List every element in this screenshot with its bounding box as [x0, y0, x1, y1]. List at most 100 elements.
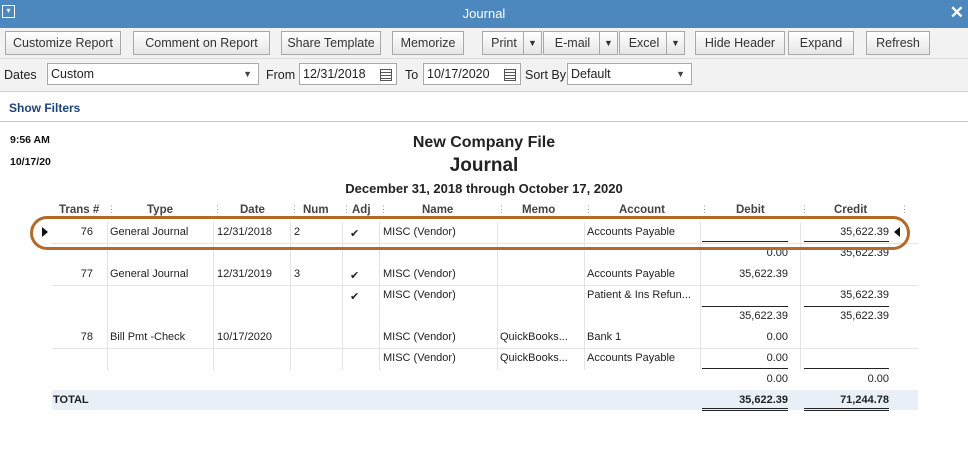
customize-report-button[interactable]: Customize Report [5, 31, 121, 55]
column-resize-handle[interactable]: ⋮ [342, 204, 351, 215]
column-resize-handle[interactable]: ⋮ [497, 204, 506, 215]
total-underline [702, 410, 788, 411]
cell-trans: 78 [80, 331, 93, 343]
excel-dropdown-icon[interactable]: ▼ [666, 32, 684, 54]
cell-date: 10/17/2020 [217, 331, 273, 343]
column-resize-handle[interactable]: ⋮ [379, 204, 388, 215]
show-filters-link[interactable]: Show Filters [9, 101, 80, 115]
from-date-input[interactable]: 12/31/2018 [299, 63, 397, 85]
calendar-icon[interactable] [380, 69, 392, 81]
row-divider [52, 348, 918, 349]
subtotal-underline [804, 368, 889, 369]
window-title-bar: ▾ Journal ✕ [0, 0, 968, 28]
column-resize-handle[interactable]: ⋮ [584, 204, 593, 215]
cell-account: Patient & Ins Refun... [587, 289, 691, 301]
to-label: To [405, 68, 419, 82]
subtotal-underline [702, 306, 788, 307]
excel-label: Excel [628, 36, 660, 50]
cell-type: Bill Pmt -Check [110, 331, 186, 343]
dates-value: Custom [51, 67, 95, 81]
divider [0, 121, 968, 122]
cell-debit: 0.00 [766, 373, 788, 385]
print-label: Print [491, 36, 517, 50]
chevron-down-icon: ▼ [243, 69, 252, 79]
row-selector-left-icon [42, 227, 48, 237]
column-header-adj[interactable]: Adj [352, 204, 371, 216]
total-row[interactable] [52, 390, 918, 410]
cell-debit: 0.00 [766, 352, 788, 364]
cell-debit: 35,622.39 [739, 310, 788, 322]
dates-label: Dates [4, 68, 37, 82]
column-header-type[interactable]: Type [147, 204, 173, 216]
subtotal-underline [804, 306, 889, 307]
column-header-account[interactable]: Account [619, 204, 665, 216]
column-header-date[interactable]: Date [240, 204, 265, 216]
window-title: Journal [462, 6, 506, 21]
column-resize-handle[interactable]: ⋮ [700, 204, 709, 215]
selected-row-highlight [30, 216, 910, 250]
total-credit: 71,244.78 [840, 394, 889, 406]
cell-account: Accounts Payable [587, 268, 676, 280]
from-date-value: 12/31/2018 [303, 67, 366, 81]
cell-credit: 35,622.39 [840, 310, 889, 322]
column-header-name[interactable]: Name [422, 204, 453, 216]
cell-memo: QuickBooks... [500, 352, 568, 364]
column-resize-handle[interactable]: ⋮ [213, 204, 222, 215]
sortby-select[interactable]: Default ▼ [567, 63, 692, 85]
company-name: New Company File [412, 134, 556, 151]
total-underline [804, 408, 889, 409]
column-resize-handle[interactable]: ⋮ [290, 204, 299, 215]
report-title: Journal [449, 155, 519, 176]
email-dropdown-icon[interactable]: ▼ [599, 32, 617, 54]
cell-name: MISC (Vendor) [383, 268, 456, 280]
cell-credit: 0.00 [867, 373, 889, 385]
cell-name: MISC (Vendor) [383, 289, 456, 301]
print-dropdown-icon[interactable]: ▼ [523, 32, 541, 54]
report-period: December 31, 2018 through October 17, 20… [345, 181, 623, 196]
dates-select[interactable]: Custom ▼ [47, 63, 259, 85]
column-resize-handle[interactable]: ⋮ [900, 204, 909, 215]
cell-date: 12/31/2019 [217, 268, 273, 280]
filter-bar: Dates Custom ▼ From 12/31/2018 To 10/17/… [0, 59, 968, 92]
total-underline [804, 410, 889, 411]
calendar-icon[interactable] [504, 69, 516, 81]
total-underline [702, 408, 788, 409]
cell-account: Bank 1 [587, 331, 622, 343]
column-resize-handle[interactable]: ⋮ [107, 204, 116, 215]
cell-name: MISC (Vendor) [383, 352, 456, 364]
cell-name: MISC (Vendor) [383, 331, 456, 343]
hide-header-button[interactable]: Hide Header [695, 31, 785, 55]
cell-memo: QuickBooks... [500, 331, 568, 343]
print-button[interactable]: Print ▼ [482, 31, 542, 55]
column-header-trans[interactable]: Trans # [59, 204, 99, 216]
sortby-value: Default [571, 67, 611, 81]
column-header-memo[interactable]: Memo [522, 204, 555, 216]
excel-button[interactable]: Excel ▼ [619, 31, 685, 55]
column-resize-handle[interactable]: ⋮ [800, 204, 809, 215]
email-button[interactable]: E-mail ▼ [543, 31, 618, 55]
sortby-label: Sort By [525, 68, 566, 82]
cell-num: 3 [294, 268, 301, 280]
cell-debit: 35,622.39 [739, 268, 788, 280]
email-label: E-mail [554, 36, 591, 50]
row-selector-right-icon [894, 227, 900, 237]
expand-button[interactable]: Expand [788, 31, 854, 55]
to-date-input[interactable]: 10/17/2020 [423, 63, 521, 85]
cell-account: Accounts Payable [587, 352, 676, 364]
subtotal-underline [702, 368, 788, 369]
cell-trans: 77 [80, 268, 93, 280]
column-header-debit[interactable]: Debit [736, 204, 765, 216]
close-icon[interactable]: ✕ [950, 3, 964, 23]
refresh-button[interactable]: Refresh [866, 31, 930, 55]
share-template-button[interactable]: Share Template [281, 31, 381, 55]
to-date-value: 10/17/2020 [427, 67, 490, 81]
total-debit: 35,622.39 [739, 394, 788, 406]
cell-credit: 35,622.39 [840, 289, 889, 301]
row-divider [52, 285, 918, 286]
cell-debit: 0.00 [766, 331, 788, 343]
memorize-button[interactable]: Memorize [392, 31, 464, 55]
column-header-num[interactable]: Num [303, 204, 329, 216]
comment-on-report-button[interactable]: Comment on Report [133, 31, 270, 55]
column-header-credit[interactable]: Credit [834, 204, 867, 216]
report-toolbar: Customize Report Comment on Report Share… [0, 28, 968, 59]
